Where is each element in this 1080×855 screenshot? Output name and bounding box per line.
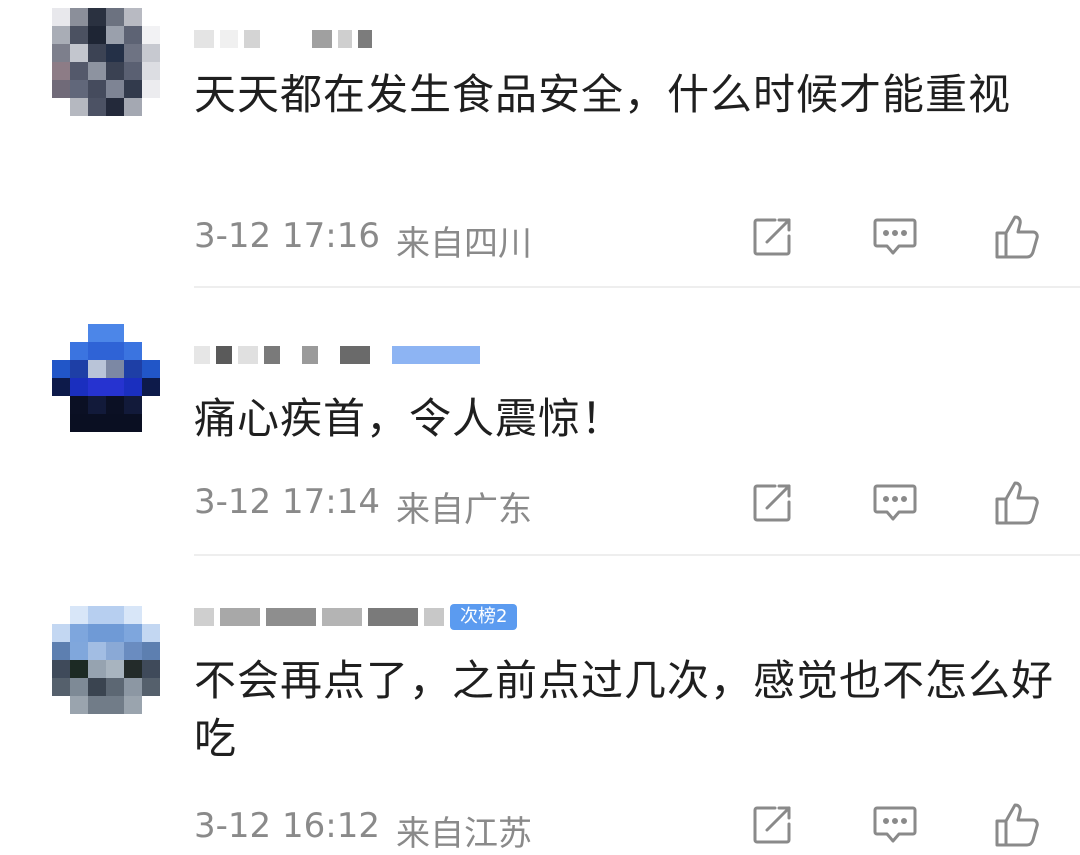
comment-meta: 3-12 16:12 来自江苏: [194, 806, 532, 855]
divider: [194, 286, 1080, 288]
comment-item: 天天都在发生食品安全，什么时候才能重视 3-12 17:16 来自四川: [0, 0, 1080, 290]
username[interactable]: 次榜2: [194, 604, 518, 630]
username[interactable]: [194, 344, 480, 366]
share-icon[interactable]: [745, 798, 799, 852]
comment-date: 3-12 16:12: [194, 806, 380, 846]
divider: [194, 554, 1080, 556]
comment-text: 天天都在发生食品安全，什么时候才能重视: [194, 70, 1012, 119]
comment-location: 来自四川: [395, 224, 532, 264]
thumbs-up-icon[interactable]: [991, 476, 1045, 530]
share-icon[interactable]: [745, 210, 799, 264]
comment-text: 痛心疾首，令人震惊！: [194, 394, 625, 443]
comment-location: 来自广东: [395, 490, 532, 530]
comment-actions: [745, 798, 1045, 852]
avatar[interactable]: [52, 324, 160, 432]
comment-icon[interactable]: [868, 476, 922, 530]
comment-actions: [745, 210, 1045, 264]
avatar[interactable]: [52, 8, 160, 116]
comment-item: 次榜2 不会再点了，之前点过几次，感觉也不怎么好吃 3-12 16:12 来自江…: [0, 560, 1080, 854]
comment-meta: 3-12 17:16 来自四川: [194, 216, 532, 265]
avatar[interactable]: [52, 606, 160, 714]
username[interactable]: [194, 28, 372, 50]
badge: 次榜2: [450, 604, 518, 630]
share-icon[interactable]: [745, 476, 799, 530]
comment-text: 不会再点了，之前点过几次，感觉也不怎么好吃: [194, 656, 1055, 763]
thumbs-up-icon[interactable]: [991, 210, 1045, 264]
comment-date: 3-12 17:16: [194, 216, 380, 256]
comment-actions: [745, 476, 1045, 530]
comment-meta: 3-12 17:14 来自广东: [194, 482, 532, 531]
comment-item: 痛心疾首，令人震惊！ 3-12 17:14 来自广东: [0, 290, 1080, 560]
comment-icon[interactable]: [868, 798, 922, 852]
comment-icon[interactable]: [868, 210, 922, 264]
thumbs-up-icon[interactable]: [991, 798, 1045, 852]
comment-date: 3-12 17:14: [194, 482, 380, 522]
comment-location: 来自江苏: [395, 814, 532, 854]
